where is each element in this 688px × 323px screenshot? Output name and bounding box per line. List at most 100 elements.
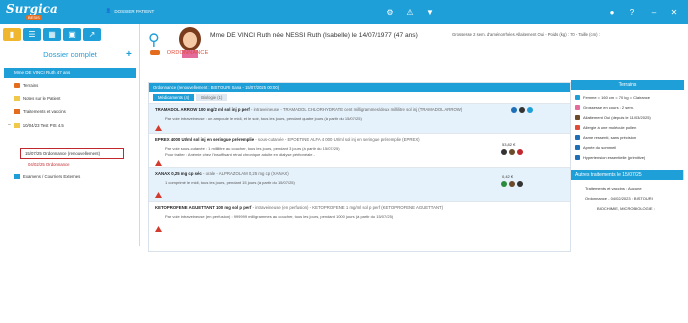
sidebar-item-label: Examens / Courriers Externes — [23, 174, 81, 179]
other-treatment-item[interactable]: BIOCHIMIE, MICROBIOLOGIE : — [597, 206, 655, 211]
prescription-row[interactable]: XANAX 0,25 mg cp séc - orale - ALPRAZOLA… — [149, 167, 570, 201]
drug-detail: - intraveineuse (en perfusion) - KETOPRO… — [251, 205, 444, 210]
prescription-dosage: Par voie sous-cutanée : 1 millilitre au … — [165, 146, 340, 151]
warning-icon — [155, 226, 162, 232]
other-treatments-title: Autres traitements le 15/07/25 — [571, 170, 684, 180]
warning-icon — [155, 160, 162, 166]
prescription-title: TRAMADOL ARROW 100 mg/2 ml sol inj p per… — [155, 107, 462, 112]
dossier-patient-button[interactable]: 👤 DOSSIER PATIENT — [98, 4, 162, 18]
ordonnance-title: Ordonnance (renouvellement : BISTOURI Sa… — [153, 85, 280, 90]
search-icon[interactable]: ⚲ — [148, 30, 160, 50]
terrain-item[interactable]: Apnée du sommeil — [575, 145, 616, 150]
tab-image[interactable]: ▣ — [63, 28, 81, 41]
prescription-price: 0,42 € — [502, 174, 514, 179]
tab-medicaments[interactable]: Médicaments (4) — [153, 94, 195, 101]
sidebar-item-label: 15/07/25 Ordonnance (renouvellement) — [25, 151, 101, 156]
terrain-item[interactable]: Grossesse en cours : 2 sem. — [575, 105, 634, 110]
sidebar-item-examens[interactable]: Examens / Courriers Externes — [14, 174, 80, 179]
image-icon: ▣ — [68, 30, 76, 39]
prescription-actions — [511, 107, 533, 113]
terrain-item[interactable]: Allergie à une molécule pollen — [575, 125, 636, 130]
tab-folder[interactable]: ▮ — [3, 28, 21, 41]
top-bar: Surgica BÉSIS 👤 DOSSIER PATIENT ⚙ ⚠ ▼ ● … — [0, 0, 688, 24]
terrain-item[interactable]: Asme ressenti, sans précision — [575, 135, 636, 140]
drug-detail: - intraveineuse - TRAMADOL CHLORHYDRATE … — [249, 107, 463, 112]
tab-grid[interactable]: ▦ — [43, 28, 61, 41]
patient-header[interactable]: Mme DE VINCI Ruth 47 ans — [4, 68, 136, 78]
prescription-dosage: Par voie intraveineuse (en perfusion) : … — [165, 214, 394, 219]
sidebar-item-label: Terrains — [23, 83, 39, 88]
drug-name: EPREX 4000 UI/ml sol inj en seringue pré… — [155, 137, 255, 142]
chart-icon: ↗ — [88, 30, 96, 39]
prescription-title: EPREX 4000 UI/ml sol inj en seringue pré… — [155, 137, 420, 142]
sidebar-item-ordonnance[interactable]: 04/02/25 Ordonnance — [28, 162, 70, 167]
folder-icon — [14, 174, 20, 179]
settings-icon[interactable] — [527, 107, 533, 113]
user-icon[interactable]: ● — [604, 5, 620, 19]
sidebar-title: Dossier complet — [43, 50, 97, 59]
ordonnance-label: ORDONNANCE — [166, 50, 209, 56]
help-icon[interactable]: ? — [624, 5, 640, 19]
dossier-patient-label: DOSSIER PATIENT — [114, 8, 155, 14]
list-icon: ☰ — [28, 30, 36, 39]
add-icon[interactable]: + — [126, 49, 132, 60]
terrain-icon — [14, 83, 20, 88]
person-icon: 👤 — [105, 8, 112, 13]
drug-detail: - sous-cutanée - EPOETINE ALFA 4 000 UI/… — [254, 137, 420, 142]
prescription-title: XANAX 0,25 mg cp séc - orale - ALPRAZOLA… — [155, 171, 289, 176]
logo-tag: BÉSIS — [26, 15, 42, 20]
other-treatment-item[interactable]: Ordonnance - 04/02/2023 : BISTOURI — [585, 196, 653, 201]
ordonnance-subtabs: Médicaments (4) Biologie (1) — [153, 94, 228, 101]
lungs-icon — [575, 135, 580, 140]
warning-icon — [155, 125, 162, 131]
ordonnance-header: ORDONNANCE — [150, 50, 208, 56]
sidebar-item-label: Traitements et vaccins — [23, 109, 66, 114]
prescription-actions — [501, 149, 523, 155]
drug-icon — [517, 181, 523, 187]
close-icon[interactable]: ✕ — [666, 5, 682, 19]
prescription-dosage: 1 comprimé le midi, tous les jours, pend… — [165, 180, 295, 185]
drug-name: KETOPROFENE AGUETTANT 100 mg sol p perf — [155, 205, 252, 210]
sidebar-item-ordonnance-selected[interactable]: 15/07/25 Ordonnance (renouvellement) — [20, 148, 124, 159]
sidebar-item-notes[interactable]: Notes sur le Patient — [14, 96, 61, 101]
tab-biologie[interactable]: Biologie (1) — [196, 94, 228, 101]
alert-icon[interactable]: ⚠ — [402, 5, 418, 19]
pill-icon — [150, 50, 160, 56]
sidebar-item-test-pis[interactable]: – 10/04/23 Test PIS 4.5 — [8, 122, 64, 128]
ordonnance-titlebar: Ordonnance (renouvellement : BISTOURI Sa… — [149, 83, 570, 170]
tab-list[interactable]: ☰ — [23, 28, 41, 41]
collapse-icon: – — [8, 122, 11, 128]
drug-name: TRAMADOL ARROW 100 mg/2 ml sol inj p per… — [155, 107, 250, 112]
sidebar-item-terrains[interactable]: Terrains — [14, 83, 38, 88]
terrain-item[interactable]: Allaitement Oui (depuis le 11/03/2025) — [575, 115, 651, 120]
allergy-icon — [575, 125, 580, 130]
terrain-label: Allaitement Oui (depuis le 11/03/2025) — [583, 115, 651, 120]
prescription-title: KETOPROFENE AGUETTANT 100 mg sol p perf … — [155, 205, 443, 210]
sidebar-tabs: ▮ ☰ ▦ ▣ ↗ — [3, 28, 101, 42]
terrain-item[interactable]: Hypertension essentielle (primitive) — [575, 155, 645, 160]
other-treatment-item[interactable]: Traitements et vaccins : Aucune — [585, 186, 642, 191]
chevron-down-icon[interactable]: ▼ — [422, 5, 438, 19]
prescription-row[interactable]: EPREX 4000 UI/ml sol inj en seringue pré… — [149, 133, 570, 167]
minimize-icon[interactable]: – — [646, 5, 662, 19]
warning-icon — [155, 192, 162, 198]
tab-chart[interactable]: ↗ — [83, 28, 101, 41]
settings-icon[interactable]: ⚙ — [382, 5, 398, 19]
prescription-row[interactable]: KETOPROFENE AGUETTANT 100 mg sol p perf … — [149, 201, 570, 235]
syringe-icon — [14, 109, 20, 114]
terrain-item[interactable]: Femme = 160 cm = 70 kg = Clairance — [575, 95, 650, 100]
terrain-label: Hypertension essentielle (primitive) — [583, 155, 646, 160]
sidebar-item-traitements[interactable]: Traitements et vaccins — [14, 109, 66, 114]
prescription-indication: Pour traiter : Anémie chez l'insuffisant… — [165, 152, 315, 157]
baby-icon — [575, 115, 580, 120]
sidebar: ▮ ☰ ▦ ▣ ↗ Dossier complet + Mme DE VINCI… — [0, 24, 140, 246]
prescription-row[interactable]: TRAMADOL ARROW 100 mg/2 ml sol inj p per… — [149, 103, 570, 133]
folder-icon — [13, 122, 20, 128]
terrain-label: Asme ressenti, sans précision — [583, 135, 637, 140]
heart-icon — [575, 155, 580, 160]
terrains-panel: Terrains Femme = 160 cm = 70 kg = Claira… — [571, 80, 684, 240]
prescription-actions — [501, 181, 523, 187]
close-circle-icon[interactable] — [511, 107, 517, 113]
prescription-price: 53,82 € — [502, 142, 516, 147]
drug-icon — [501, 149, 507, 155]
